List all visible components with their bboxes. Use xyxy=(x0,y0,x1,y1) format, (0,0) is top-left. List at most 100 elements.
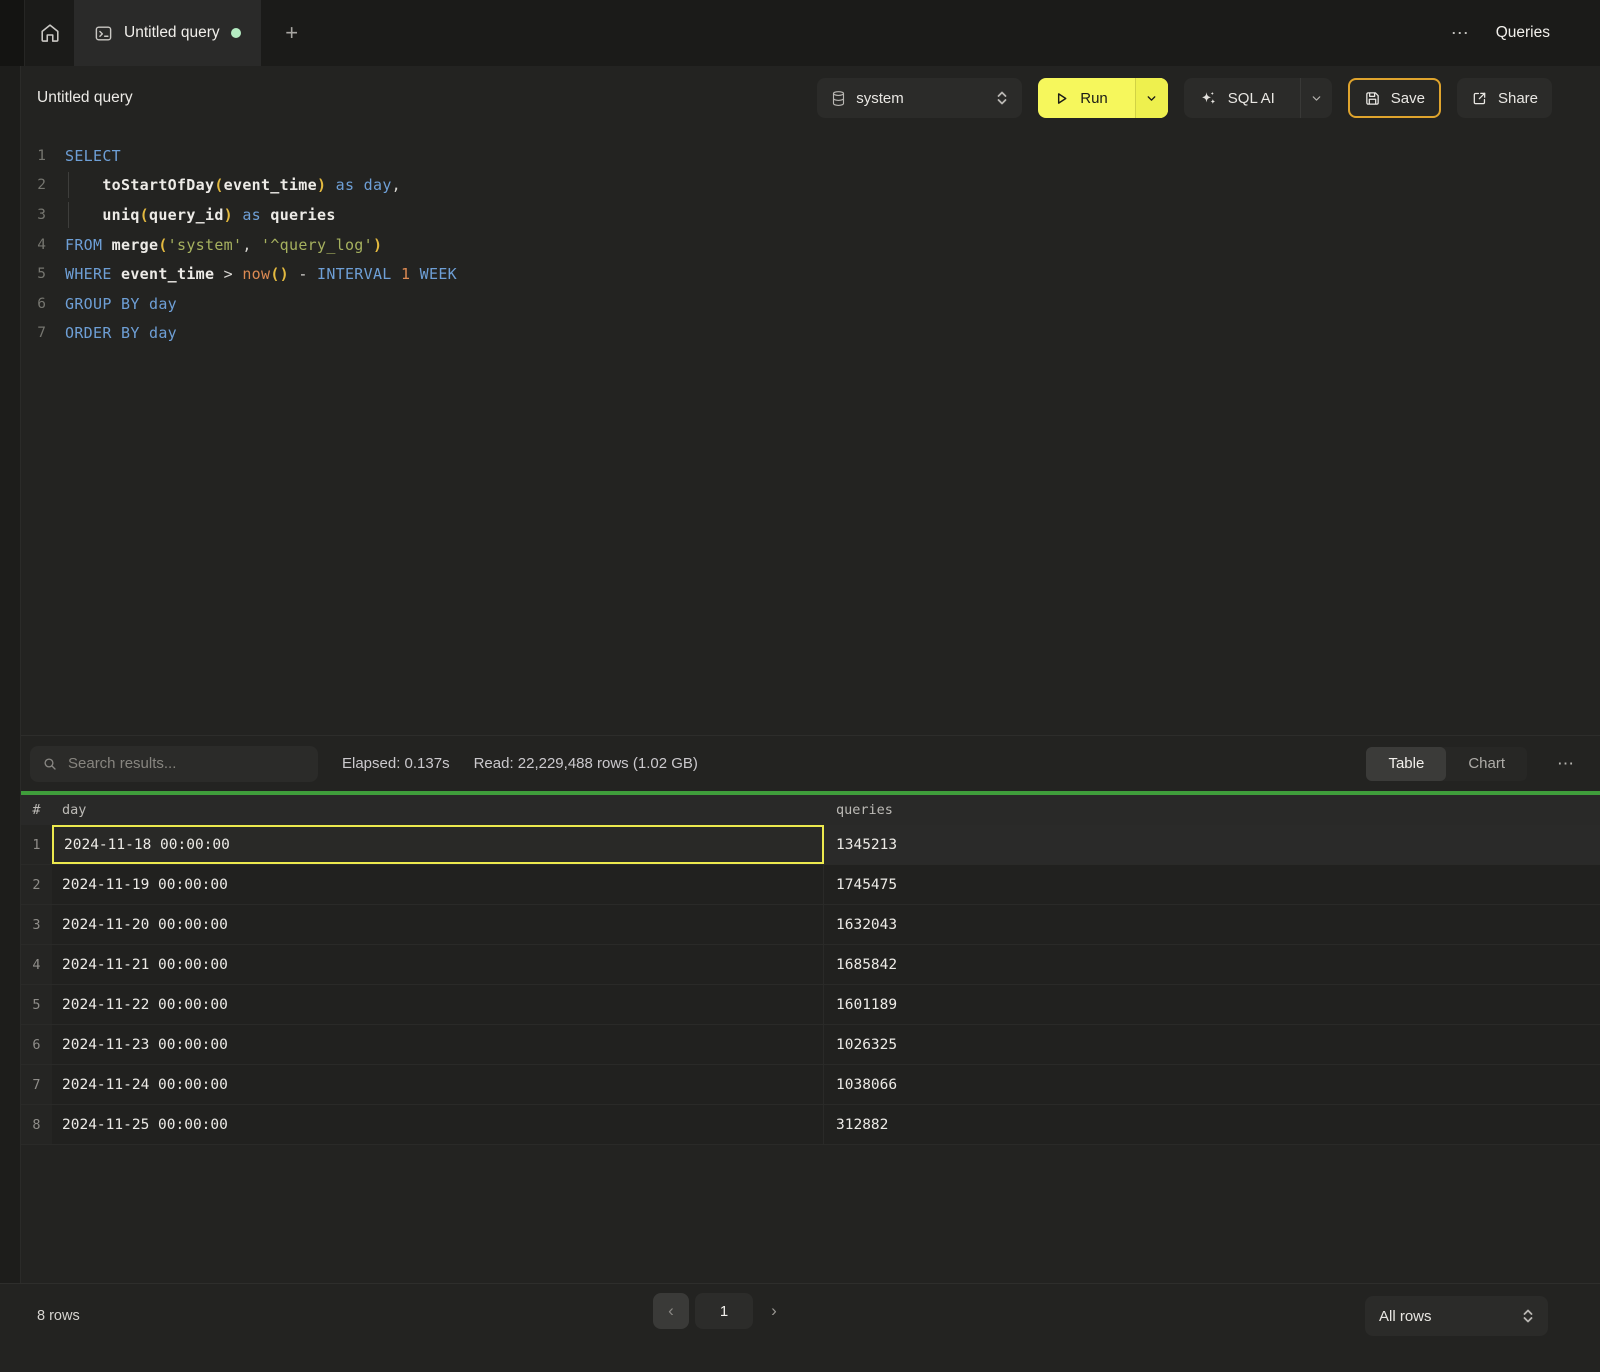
share-icon xyxy=(1471,90,1488,107)
results-overflow-button[interactable]: ⋯ xyxy=(1551,754,1580,774)
search-results-input[interactable] xyxy=(68,755,306,772)
day-cell[interactable]: 2024-11-22 00:00:00 xyxy=(52,985,824,1024)
day-cell[interactable]: 2024-11-20 00:00:00 xyxy=(52,905,824,944)
table-row[interactable]: 72024-11-24 00:00:001038066 xyxy=(21,1065,1600,1105)
queries-cell[interactable]: 1685842 xyxy=(824,945,1600,984)
sql-token: , xyxy=(392,176,401,194)
queries-button[interactable]: Queries xyxy=(1484,0,1562,66)
code-line[interactable]: 5WHERE event_time > now() - INTERVAL 1 W… xyxy=(21,259,1600,289)
topbar-overflow-button[interactable]: ⋯ xyxy=(1437,0,1484,66)
sql-editor[interactable]: 1SELECT2 toStartOfDay(event_time) as day… xyxy=(21,130,1600,736)
sql-token: queries xyxy=(270,206,335,224)
table-row[interactable]: 52024-11-22 00:00:001601189 xyxy=(21,985,1600,1025)
play-icon xyxy=(1053,90,1070,107)
run-button[interactable]: Run xyxy=(1038,78,1168,118)
table-row[interactable]: 32024-11-20 00:00:001632043 xyxy=(21,905,1600,945)
new-tab-button[interactable]: + xyxy=(261,0,323,66)
line-code: SELECT xyxy=(65,147,121,165)
tab-title: Untitled query xyxy=(124,24,220,42)
current-page-button[interactable]: 1 xyxy=(695,1293,753,1329)
code-line[interactable]: 1SELECT xyxy=(21,141,1600,171)
sql-ai-button[interactable]: SQL AI xyxy=(1184,78,1332,118)
code-line[interactable]: 7ORDER BY day xyxy=(21,319,1600,349)
sql-ai-chevron[interactable] xyxy=(1300,78,1332,118)
share-button-label: Share xyxy=(1498,90,1538,107)
sql-token: now xyxy=(242,265,270,283)
code-line[interactable]: 3 uniq(query_id) as queries xyxy=(21,200,1600,230)
sparkles-icon xyxy=(1199,89,1218,108)
queries-cell[interactable]: 1632043 xyxy=(824,905,1600,944)
sql-token: , xyxy=(242,236,261,254)
sql-token: () xyxy=(270,265,289,283)
select-chevrons-icon xyxy=(996,90,1008,106)
database-selector[interactable]: system xyxy=(817,78,1022,118)
sql-token: day xyxy=(149,324,177,342)
page-size-selector[interactable]: All rows xyxy=(1365,1296,1548,1336)
view-toggle-table[interactable]: Table xyxy=(1366,747,1446,781)
line-number: 2 xyxy=(21,177,46,193)
queries-cell[interactable]: 1601189 xyxy=(824,985,1600,1024)
previous-page-button[interactable]: ‹ xyxy=(653,1293,689,1329)
queries-cell[interactable]: 312882 xyxy=(824,1105,1600,1144)
query-title: Untitled query xyxy=(37,89,133,107)
page-size-value: All rows xyxy=(1379,1308,1432,1325)
queries-cell[interactable]: 1745475 xyxy=(824,865,1600,904)
sql-token: as xyxy=(336,176,355,194)
day-cell[interactable]: 2024-11-21 00:00:00 xyxy=(52,945,824,984)
day-cell[interactable]: 2024-11-24 00:00:00 xyxy=(52,1065,824,1104)
run-button-label: Run xyxy=(1080,90,1108,107)
sql-token: merge xyxy=(112,236,159,254)
search-results-box[interactable] xyxy=(30,746,318,782)
queries-cell[interactable]: 1038066 xyxy=(824,1065,1600,1104)
view-toggle: Table Chart xyxy=(1366,747,1527,781)
indent-guide-line xyxy=(68,202,69,228)
sql-token: day xyxy=(364,176,392,194)
sql-ai-button-label: SQL AI xyxy=(1228,90,1275,107)
tab-untitled-query[interactable]: Untitled query xyxy=(74,0,261,66)
sql-token: BY xyxy=(121,324,140,342)
code-line[interactable]: 6GROUP BY day xyxy=(21,289,1600,319)
top-tab-bar: Untitled query + ⋯ Queries xyxy=(0,0,1600,66)
sql-token: ) xyxy=(317,176,326,194)
row-index-cell: 8 xyxy=(21,1105,52,1144)
column-header-index[interactable]: # xyxy=(21,802,52,818)
day-cell[interactable]: 2024-11-23 00:00:00 xyxy=(52,1025,824,1064)
queries-cell[interactable]: 1345213 xyxy=(824,825,1600,864)
column-header-queries[interactable]: queries xyxy=(824,802,1600,818)
sql-token xyxy=(112,324,121,342)
table-row[interactable]: 12024-11-18 00:00:001345213 xyxy=(21,825,1600,865)
query-header: Untitled query system xyxy=(21,66,1600,130)
sql-token: BY xyxy=(121,295,140,313)
next-page-button[interactable]: › xyxy=(759,1293,789,1329)
view-toggle-chart[interactable]: Chart xyxy=(1446,747,1527,781)
save-button[interactable]: Save xyxy=(1348,78,1441,118)
home-button[interactable] xyxy=(25,0,74,66)
day-cell[interactable]: 2024-11-25 00:00:00 xyxy=(52,1105,824,1144)
line-code: ORDER BY day xyxy=(65,324,177,342)
code-line[interactable]: 4 FROM merge('system', '^query_log') xyxy=(21,230,1600,260)
run-options-chevron[interactable] xyxy=(1135,78,1168,118)
sql-token xyxy=(233,206,242,224)
row-index-cell: 5 xyxy=(21,985,52,1024)
column-header-day[interactable]: day xyxy=(52,802,824,818)
table-row[interactable]: 42024-11-21 00:00:001685842 xyxy=(21,945,1600,985)
line-code: FROM merge('system', '^query_log') xyxy=(65,236,382,254)
line-number: 4 xyxy=(21,237,46,253)
day-cell[interactable]: 2024-11-18 00:00:00 xyxy=(52,825,824,864)
sql-token xyxy=(65,176,102,194)
search-icon xyxy=(42,756,58,772)
share-button[interactable]: Share xyxy=(1457,78,1552,118)
line-code: WHERE event_time > now() - INTERVAL 1 WE… xyxy=(65,265,457,283)
table-row[interactable]: 22024-11-19 00:00:001745475 xyxy=(21,865,1600,905)
queries-cell[interactable]: 1026325 xyxy=(824,1025,1600,1064)
select-chevrons-icon xyxy=(1522,1308,1534,1324)
row-index-cell: 7 xyxy=(21,1065,52,1104)
sql-token xyxy=(65,206,102,224)
sql-token xyxy=(261,206,270,224)
table-row[interactable]: 82024-11-25 00:00:00312882 xyxy=(21,1105,1600,1145)
sql-token: toStartOfDay xyxy=(102,176,214,194)
code-line[interactable]: 2 toStartOfDay(event_time) as day, xyxy=(21,171,1600,201)
sql-token xyxy=(112,265,121,283)
day-cell[interactable]: 2024-11-19 00:00:00 xyxy=(52,865,824,904)
table-row[interactable]: 62024-11-23 00:00:001026325 xyxy=(21,1025,1600,1065)
